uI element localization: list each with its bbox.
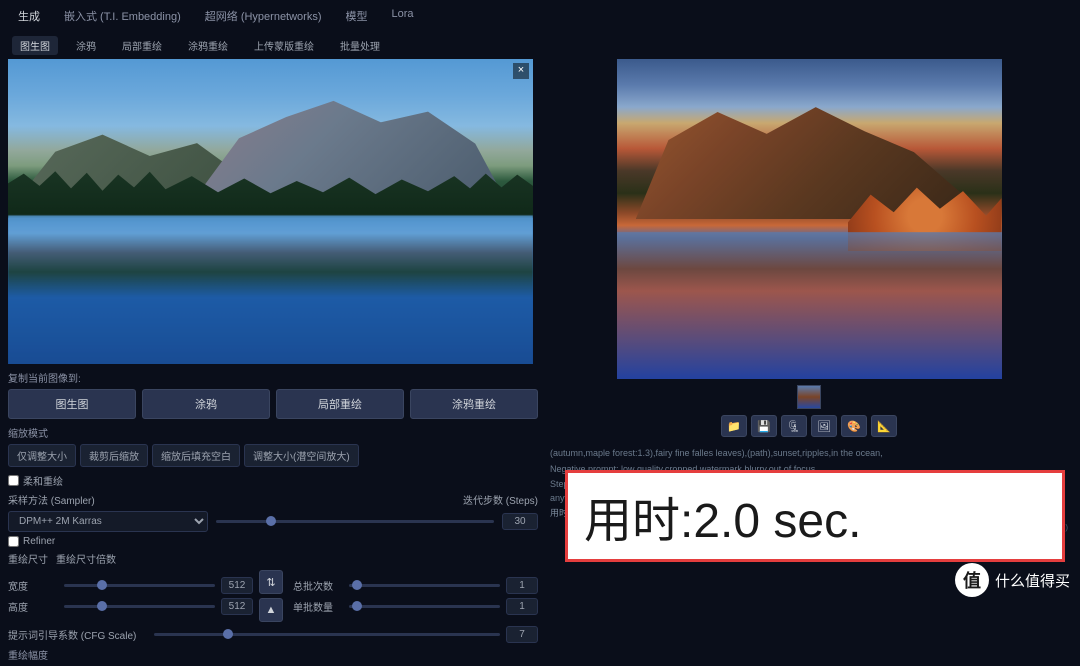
copyto-inpaint-button[interactable]: 局部重绘 [276,389,404,419]
thumbnail[interactable] [797,385,821,409]
send-img2img-button[interactable]: 🖼 [811,415,837,437]
copyto-sketch-button[interactable]: 涂鸦 [142,389,270,419]
swap-dims-button[interactable]: ⇅ [259,570,283,594]
resize-dim-sub-label: 重绘尺寸倍数 [56,551,116,566]
sampler-label: 采样方法 (Sampler) [8,492,95,507]
resize-latent-button[interactable]: 调整大小(潜空间放大) [244,444,359,467]
steps-slider[interactable] [216,520,494,523]
resize-mode-label: 缩放模式 [8,425,538,440]
copyto-inpaint-sketch-button[interactable]: 涂鸦重绘 [410,389,538,419]
resize-just-button[interactable]: 仅调整大小 [8,444,76,467]
open-folder-button[interactable]: 📁 [721,415,747,437]
send-inpaint-button[interactable]: 🎨 [841,415,867,437]
input-image [8,59,533,364]
resize-fill-button[interactable]: 缩放后填充空白 [152,444,240,467]
output-action-buttons: 📁 💾 🗜 🖼 🎨 📐 [546,415,1072,437]
width-slider[interactable] [64,584,215,587]
tab-hypernetworks[interactable]: 超网络 (Hypernetworks) [199,6,328,26]
soft-inpaint-checkbox[interactable] [8,475,19,486]
subtab-inpaint[interactable]: 局部重绘 [114,36,170,55]
close-icon[interactable]: × [513,63,529,79]
cfg-label: 提示词引导系数 (CFG Scale) [8,627,148,642]
input-image-area[interactable]: × [8,59,533,364]
watermark-badge: 值 [955,563,989,597]
left-panel: × 复制当前图像到: 图生图 涂鸦 局部重绘 涂鸦重绘 缩放模式 仅调整大小 裁… [8,59,538,666]
output-image-area[interactable] [617,59,1002,379]
width-value[interactable]: 512 [221,577,253,594]
copy-to-buttons: 图生图 涂鸦 局部重绘 涂鸦重绘 [8,389,538,419]
tab-generate[interactable]: 生成 [12,6,46,26]
subtab-img2img[interactable]: 图生图 [12,36,58,55]
watermark-text: 什么值得买 [995,570,1070,591]
tab-embedding[interactable]: 嵌入式 (T.I. Embedding) [58,6,187,26]
refiner-label: Refiner [23,536,55,547]
top-tab-bar: 生成 嵌入式 (T.I. Embedding) 超网络 (Hypernetwor… [0,0,1080,32]
cfg-value[interactable]: 7 [506,626,538,643]
copyto-img2img-button[interactable]: 图生图 [8,389,136,419]
save-button[interactable]: 💾 [751,415,777,437]
time-overlay: 用时:2.0 sec. [565,470,1065,562]
denoise-label: 重绘幅度 [8,647,538,662]
subtab-inpaint-upload[interactable]: 上传蒙版重绘 [246,36,322,55]
batch-count-value[interactable]: 1 [506,577,538,594]
resize-mode-buttons: 仅调整大小 裁剪后缩放 缩放后填充空白 调整大小(潜空间放大) [8,444,538,467]
tab-models[interactable]: 模型 [340,6,374,26]
soft-inpaint-label: 柔和重绘 [23,473,63,488]
steps-value[interactable]: 30 [502,513,538,530]
time-overlay-text: 用时:2.0 sec. [584,481,861,551]
zip-button[interactable]: 🗜 [781,415,807,437]
tab-lora[interactable]: Lora [386,6,420,26]
send-extras-button[interactable]: 📐 [871,415,897,437]
subtab-batch[interactable]: 批量处理 [332,36,388,55]
sampler-select[interactable]: DPM++ 2M Karras [8,511,208,532]
thumbnail-strip [546,385,1072,409]
cfg-slider[interactable] [154,633,500,636]
steps-label: 迭代步数 (Steps) [463,492,538,507]
resize-dim-label: 重绘尺寸 [8,551,48,566]
subtab-inpaint-sketch[interactable]: 涂鸦重绘 [180,36,236,55]
batch-count-label: 总批次数 [293,578,343,593]
sub-tab-bar: 图生图 涂鸦 局部重绘 涂鸦重绘 上传蒙版重绘 批量处理 [0,32,1080,59]
prompt-text: (autumn,maple forest:1.3),fairy fine fal… [550,447,1068,461]
batch-count-slider[interactable] [349,584,500,587]
subtab-sketch[interactable]: 涂鸦 [68,36,104,55]
resize-crop-button[interactable]: 裁剪后缩放 [80,444,148,467]
width-label: 宽度 [8,578,58,593]
output-image [617,59,1002,379]
watermark: 值 什么值得买 [955,563,1070,597]
triangle-button[interactable]: ▲ [259,598,283,622]
copy-to-label: 复制当前图像到: [8,370,538,385]
refiner-checkbox[interactable] [8,536,19,547]
